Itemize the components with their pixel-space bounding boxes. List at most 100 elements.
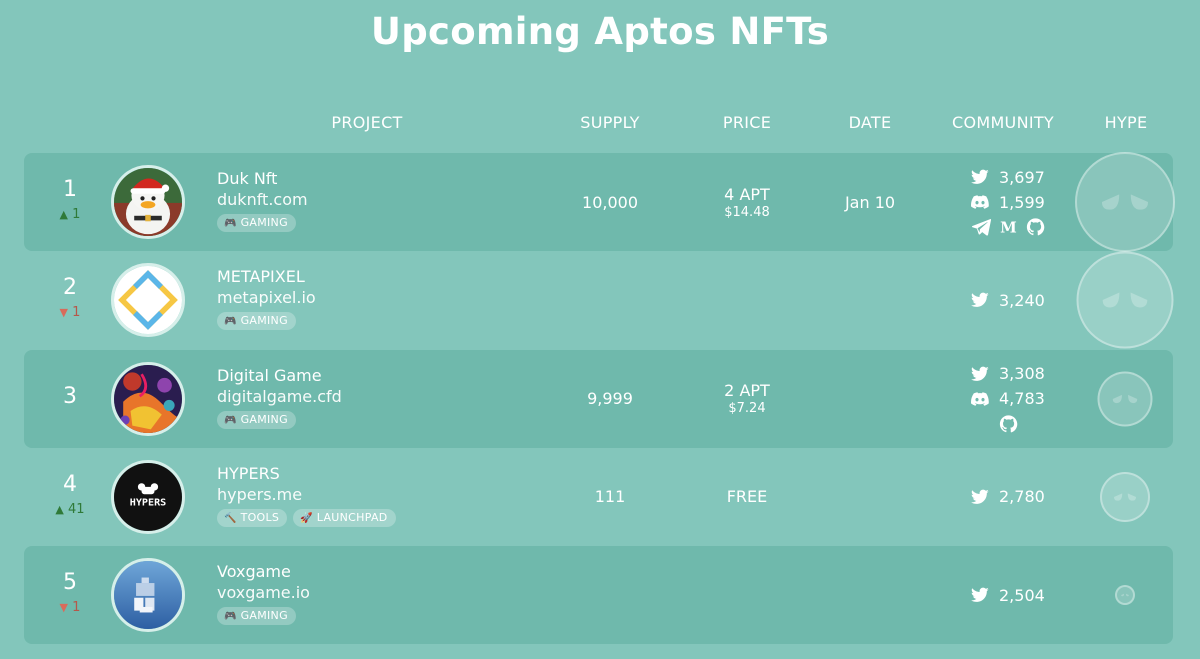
project-url[interactable]: metapixel.io xyxy=(217,287,316,309)
price-cell: 4 APT $14.48 xyxy=(724,153,770,251)
project-name[interactable]: Digital Game xyxy=(217,366,342,386)
category-tag[interactable]: 🎮 GAMING xyxy=(217,607,296,626)
rank-number: 2 xyxy=(63,275,77,301)
project-url[interactable]: hypers.me xyxy=(217,484,396,506)
project-name[interactable]: HYPERS xyxy=(217,464,396,484)
column-header-date[interactable]: DATE xyxy=(849,113,892,132)
project-info: METAPIXEL metapixel.io 🎮 GAMING xyxy=(217,267,316,331)
gamepad-icon: 🎮 xyxy=(224,218,237,229)
community-cell: 3,240 xyxy=(970,251,1046,349)
project-url[interactable]: voxgame.io xyxy=(217,582,310,604)
discord-icon xyxy=(970,193,990,211)
hype-bubble[interactable] xyxy=(1076,251,1174,349)
rank-cell: 3 xyxy=(24,350,116,448)
svg-text:HYPERS: HYPERS xyxy=(130,497,166,508)
rank-number: 4 xyxy=(63,471,77,497)
community-cell: 3,308 4,783 xyxy=(970,350,1046,448)
price-usd: $14.48 xyxy=(724,204,770,220)
category-tag[interactable]: 🚀 LAUNCHPAD xyxy=(293,508,396,527)
category-tag[interactable]: 🔨 TOOLS xyxy=(217,508,288,527)
hammer-icon: 🔨 xyxy=(224,512,237,524)
rocket-icon: 🚀 xyxy=(300,512,313,524)
discord-members: 4,783 xyxy=(999,389,1045,409)
table-row[interactable]: 3 Digital Game digitalgame.cfd 🎮 GAMING 9… xyxy=(24,349,1173,448)
twitter-icon xyxy=(970,365,990,383)
rank-change-value: 1 xyxy=(72,600,81,616)
table-header: PROJECT SUPPLY PRICE DATE COMMUNITY HYPE xyxy=(0,113,1200,135)
github-icon[interactable] xyxy=(999,414,1018,433)
tag-label: GAMING xyxy=(240,412,288,426)
digital-game-art-avatar[interactable] xyxy=(111,361,185,436)
arrow-down-icon: ▼ xyxy=(59,306,69,320)
project-name[interactable]: Voxgame xyxy=(217,562,310,582)
column-header-supply[interactable]: SUPPLY xyxy=(580,113,640,132)
hypers-logo-avatar[interactable]: HYPERS xyxy=(111,459,185,534)
hype-bubble[interactable] xyxy=(1115,585,1135,606)
price-cell: 2 APT $7.24 xyxy=(724,350,770,448)
price-cell: FREE xyxy=(727,448,768,546)
twitter-stat[interactable]: 3,697 xyxy=(970,167,1045,187)
twitter-icon xyxy=(970,586,990,604)
supply-cell: 9,999 xyxy=(587,350,633,448)
category-tag[interactable]: 🎮 GAMING xyxy=(217,410,296,429)
project-url[interactable]: duknft.com xyxy=(217,189,308,211)
supply-value: 10,000 xyxy=(582,192,638,212)
twitter-icon xyxy=(970,488,990,506)
discord-stat[interactable]: 4,783 xyxy=(970,389,1045,409)
medium-icon[interactable]: M xyxy=(999,218,1018,236)
project-info: Digital Game digitalgame.cfd 🎮 GAMING xyxy=(217,366,342,429)
twitter-followers: 2,780 xyxy=(999,487,1045,507)
gamepad-icon: 🎮 xyxy=(224,611,237,623)
community-cell: 3,697 1,599 M xyxy=(970,153,1046,251)
hype-bubble[interactable] xyxy=(1075,152,1175,252)
rank-change-value: 1 xyxy=(72,207,81,222)
hype-bubble[interactable] xyxy=(1097,371,1153,427)
category-tag[interactable]: 🎮 GAMING xyxy=(217,214,296,232)
table-row[interactable]: 5 ▼ 1 Voxgame voxgame.io 🎮 GAMING 2,504 xyxy=(24,546,1173,645)
discord-icon xyxy=(970,390,990,408)
rank-change: ▲ 1 xyxy=(24,207,116,222)
project-name[interactable]: Duk Nft xyxy=(217,169,308,189)
twitter-stat[interactable]: 3,308 xyxy=(970,364,1045,384)
rank-cell: 2 ▼ 1 xyxy=(24,251,116,349)
price-usd: $7.24 xyxy=(728,401,766,417)
tag-label: TOOLS xyxy=(240,510,280,524)
twitter-stat[interactable]: 2,780 xyxy=(970,487,1045,507)
project-url[interactable]: digitalgame.cfd xyxy=(217,386,342,408)
rank-cell: 4 ▲ 41 xyxy=(24,448,116,546)
twitter-icon xyxy=(970,168,990,186)
project-name[interactable]: METAPIXEL xyxy=(217,267,316,287)
column-header-community[interactable]: COMMUNITY xyxy=(952,113,1054,132)
tag-label: GAMING xyxy=(240,609,288,623)
twitter-followers: 2,504 xyxy=(999,585,1045,605)
social-links xyxy=(999,414,1018,434)
column-header-project[interactable]: PROJECT xyxy=(331,113,402,132)
hype-bubble[interactable] xyxy=(1100,471,1150,522)
column-header-price[interactable]: PRICE xyxy=(723,113,771,132)
rank-number: 5 xyxy=(63,570,77,596)
date-cell: Jan 10 xyxy=(845,153,895,251)
rank-change-value: 41 xyxy=(68,501,85,517)
tag-label: LAUNCHPAD xyxy=(316,510,388,524)
supply-value: 9,999 xyxy=(587,389,633,409)
duck-santa-avatar[interactable] xyxy=(111,165,185,239)
telegram-icon[interactable] xyxy=(972,218,991,236)
table-row[interactable]: 2 ▼ 1 METAPIXEL metapixel.io 🎮 GAMING 3,2… xyxy=(24,251,1173,349)
twitter-stat[interactable]: 3,240 xyxy=(970,290,1045,310)
table-row[interactable]: 4 ▲ 41 HYPERS HYPERS hypers.me 🔨 TOOLS 🚀 … xyxy=(24,448,1173,546)
twitter-followers: 3,697 xyxy=(999,167,1045,187)
github-icon[interactable] xyxy=(1026,218,1045,236)
tag-list: 🎮 GAMING xyxy=(217,607,310,626)
metapixel-logo-avatar[interactable] xyxy=(111,263,185,338)
tag-label: GAMING xyxy=(240,216,288,229)
column-header-hype[interactable]: HYPE xyxy=(1105,113,1148,132)
twitter-stat[interactable]: 2,504 xyxy=(970,585,1045,605)
table-row[interactable]: 1 ▲ 1 Duk Nft duknft.com 🎮 GAMING 10,000 … xyxy=(24,153,1173,251)
category-tag[interactable]: 🎮 GAMING xyxy=(217,312,296,331)
voxgame-logo-avatar[interactable] xyxy=(111,558,185,633)
social-links: M xyxy=(972,217,1045,237)
tag-list: 🎮 GAMING xyxy=(217,410,342,429)
tag-label: GAMING xyxy=(240,314,288,328)
twitter-followers: 3,308 xyxy=(999,364,1045,384)
discord-stat[interactable]: 1,599 xyxy=(970,192,1045,212)
